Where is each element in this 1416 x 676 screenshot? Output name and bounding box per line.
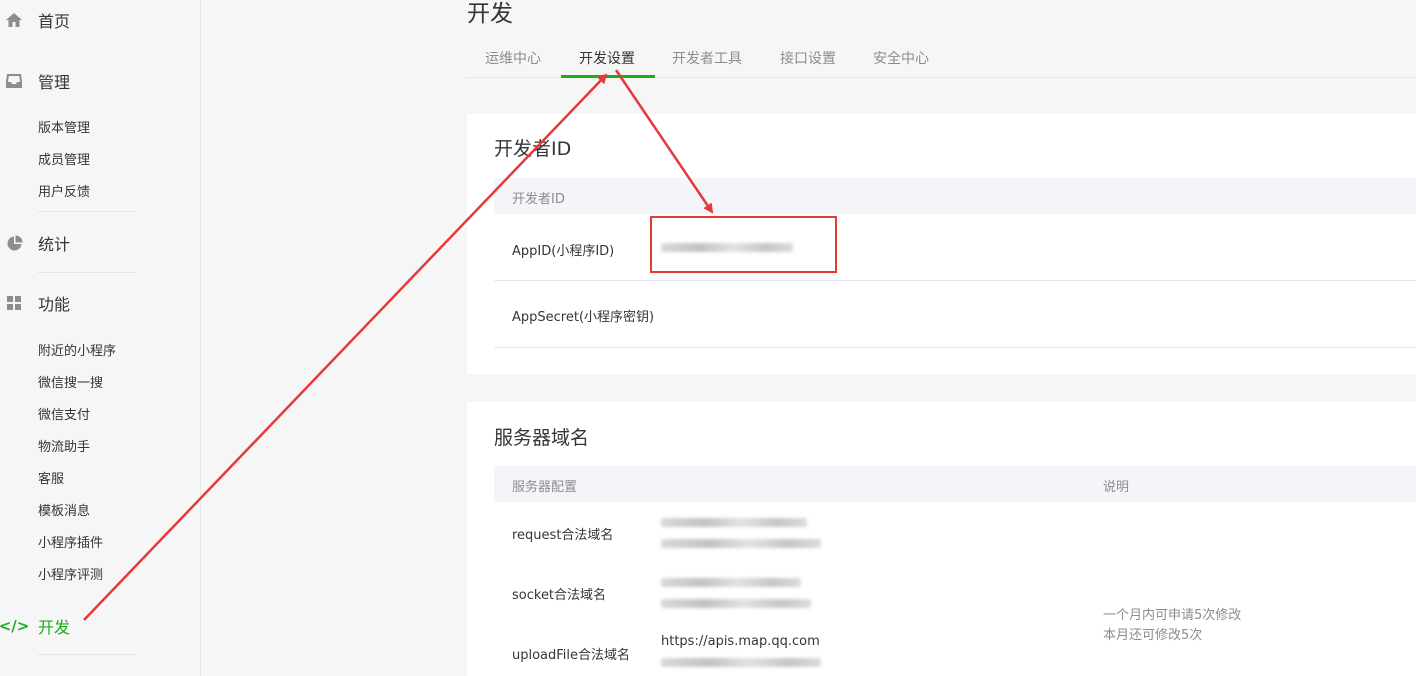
sidebar-subitem-service[interactable]: 客服	[38, 468, 64, 487]
server-domain-card: 服务器域名 服务器配置 说明 request合法域名 socket合法域名 up…	[467, 402, 1416, 676]
sidebar-item-dev[interactable]: </> 开发	[0, 614, 200, 638]
sidebar-divider	[38, 211, 136, 212]
sidebar: 首页 管理 版本管理 成员管理 用户反馈 统计 功能 附近的小程序 微信搜一搜 …	[0, 0, 201, 676]
sidebar-divider	[38, 654, 136, 655]
socket-domain-label: socket合法域名	[512, 588, 607, 603]
sidebar-divider	[38, 272, 136, 273]
sidebar-item-label: 管理	[38, 73, 71, 92]
row-divider	[494, 347, 1416, 348]
annotation-highlight-box	[650, 216, 837, 273]
table-header-note: 说明	[1103, 480, 1130, 495]
page-title: 开发	[467, 1, 513, 27]
sidebar-subitem-version[interactable]: 版本管理	[38, 117, 90, 136]
sidebar-item-label: 首页	[38, 12, 71, 31]
inbox-icon	[4, 71, 24, 91]
tab-dev-settings[interactable]: 开发设置	[579, 48, 635, 68]
sidebar-subitem-logistics[interactable]: 物流助手	[38, 436, 90, 455]
sidebar-item-manage[interactable]: 管理	[0, 69, 200, 93]
sidebar-item-home[interactable]: 首页	[0, 8, 200, 32]
appsecret-label: AppSecret(小程序密钥)	[512, 310, 655, 325]
sidebar-subitem-plugin[interactable]: 小程序插件	[38, 532, 103, 551]
table-header: 开发者ID	[494, 178, 1416, 214]
sidebar-item-label: 开发	[38, 618, 71, 637]
sidebar-subitem-pay[interactable]: 微信支付	[38, 404, 90, 423]
socket-domain-value-redacted	[661, 578, 801, 587]
modify-note: 一个月内可申请5次修改	[1103, 608, 1242, 623]
sidebar-subitem-members[interactable]: 成员管理	[38, 149, 90, 168]
developer-id-card: 开发者ID 开发者ID AppID(小程序ID) AppSecret(小程序密钥…	[467, 114, 1416, 374]
sidebar-item-stats[interactable]: 统计	[0, 231, 200, 255]
sidebar-item-label: 统计	[38, 235, 71, 254]
tab-security[interactable]: 安全中心	[873, 48, 929, 68]
row-divider	[494, 280, 1416, 281]
upload-domain-value: https://apis.map.qq.com	[661, 634, 820, 649]
upload-domain-label: uploadFile合法域名	[512, 648, 631, 663]
request-domain-value-redacted	[661, 518, 807, 527]
pie-chart-icon	[4, 233, 24, 253]
sidebar-subitem-feedback[interactable]: 用户反馈	[38, 181, 90, 200]
sidebar-subitem-review[interactable]: 小程序评测	[38, 564, 103, 583]
tab-bar: 运维中心 开发设置 开发者工具 接口设置 安全中心	[466, 40, 1416, 78]
sidebar-subitem-template[interactable]: 模板消息	[38, 500, 90, 519]
home-icon	[4, 10, 24, 30]
request-domain-value-redacted	[661, 539, 821, 548]
active-tab-indicator	[561, 75, 655, 78]
card-title: 开发者ID	[494, 138, 572, 160]
sidebar-subitem-search[interactable]: 微信搜一搜	[38, 372, 103, 391]
modify-remaining-note: 本月还可修改5次	[1103, 628, 1203, 643]
table-header: 服务器配置 说明	[494, 466, 1416, 502]
card-title: 服务器域名	[494, 427, 590, 449]
tab-ops[interactable]: 运维中心	[485, 48, 541, 68]
sidebar-item-label: 功能	[38, 295, 71, 314]
upload-domain-value-redacted	[661, 658, 821, 667]
table-header-cell: 开发者ID	[512, 192, 565, 207]
tab-dev-tools[interactable]: 开发者工具	[672, 48, 742, 68]
appid-label: AppID(小程序ID)	[512, 244, 615, 259]
sidebar-item-features[interactable]: 功能	[0, 291, 200, 315]
tab-api-settings[interactable]: 接口设置	[780, 48, 836, 68]
grid-icon	[4, 293, 24, 313]
code-icon: </>	[0, 617, 30, 635]
socket-domain-value-redacted	[661, 599, 811, 608]
main-content: 开发 运维中心 开发设置 开发者工具 接口设置 安全中心 开发者ID 开发者ID…	[201, 0, 1416, 676]
sidebar-subitem-nearby[interactable]: 附近的小程序	[38, 340, 116, 359]
table-header-config: 服务器配置	[512, 480, 578, 495]
request-domain-label: request合法域名	[512, 528, 614, 543]
